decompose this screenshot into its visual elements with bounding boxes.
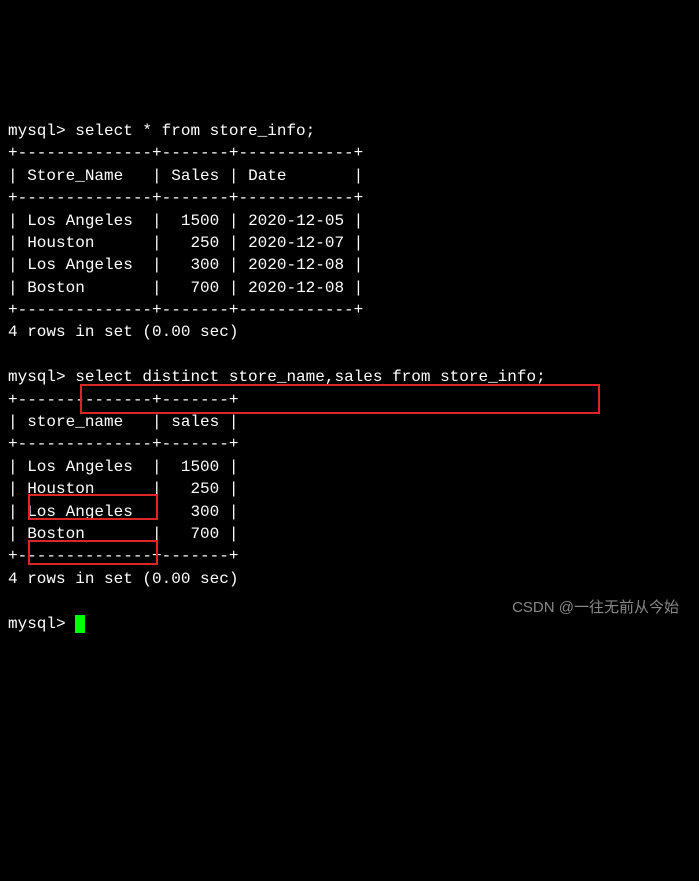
cell-date: 2020-12-08 [248, 256, 344, 274]
prompt: mysql> [8, 122, 66, 140]
cell-sales: 250 [190, 234, 219, 252]
cell-date: 2020-12-07 [248, 234, 344, 252]
cell-store: Boston [27, 525, 85, 543]
sql-query-2: select distinct store_name,sales from st… [75, 368, 545, 386]
cell-store: Houston [27, 234, 94, 252]
cell-sales: 300 [190, 256, 219, 274]
table-border: +--------------+-------+ [8, 435, 238, 453]
cell-store: Los Angeles [27, 212, 133, 230]
table-border: +--------------+-------+ [8, 391, 238, 409]
table-border: +--------------+-------+------------+ [8, 189, 363, 207]
cell-sales: 250 [190, 480, 219, 498]
cell-sales: 700 [190, 279, 219, 297]
column-header: Sales [171, 167, 219, 185]
watermark-text: CSDN @一往无前从今始 [512, 597, 679, 618]
cursor-icon[interactable] [75, 615, 85, 633]
column-header: sales [171, 413, 219, 431]
cell-store: Boston [27, 279, 85, 297]
terminal-output: mysql> select * from store_info; +------… [8, 98, 691, 725]
cell-store: Los Angeles [27, 256, 133, 274]
result-message: 4 rows in set (0.00 sec) [8, 323, 238, 341]
cell-sales: 1500 [181, 212, 219, 230]
column-header: Store_Name [27, 167, 123, 185]
cell-date: 2020-12-05 [248, 212, 344, 230]
result-message: 4 rows in set (0.00 sec) [8, 570, 238, 588]
column-header: Date [248, 167, 286, 185]
cell-date: 2020-12-08 [248, 279, 344, 297]
table-border: +--------------+-------+------------+ [8, 144, 363, 162]
prompt: mysql> [8, 368, 66, 386]
cell-store: Houston [27, 480, 94, 498]
table-border: +--------------+-------+ [8, 547, 238, 565]
sql-query-1: select * from store_info; [75, 122, 315, 140]
table-border: +--------------+-------+------------+ [8, 301, 363, 319]
cell-sales: 300 [190, 503, 219, 521]
cell-sales: 700 [190, 525, 219, 543]
column-header: store_name [27, 413, 123, 431]
prompt: mysql> [8, 615, 66, 633]
cell-store: Los Angeles [27, 458, 133, 476]
cell-store: Los Angeles [27, 503, 133, 521]
cell-sales: 1500 [181, 458, 219, 476]
